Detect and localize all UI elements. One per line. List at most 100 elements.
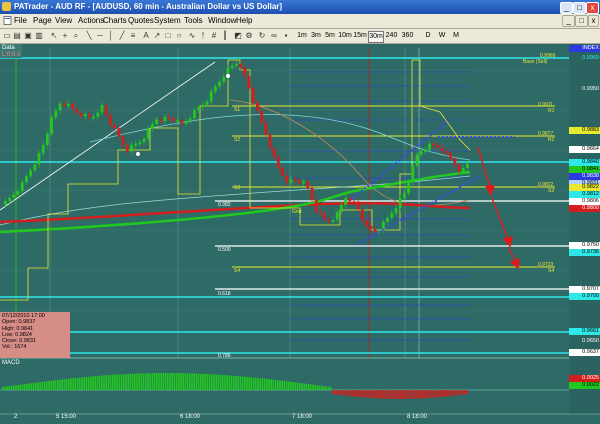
candle — [67, 103, 70, 106]
data-panel-tab[interactable]: Data L:0:0.0 — [0, 44, 22, 58]
candle — [411, 165, 415, 183]
macd-bar — [365, 390, 367, 398]
fib-0786: 0.786 — [218, 353, 231, 359]
macd-bar — [151, 373, 154, 390]
rect-icon[interactable]: □ — [164, 32, 172, 40]
price-axis[interactable] — [569, 44, 600, 414]
macd-bar — [41, 381, 44, 390]
fib-icon[interactable]: ≡ — [129, 32, 137, 40]
candle — [239, 63, 242, 68]
candle — [109, 114, 112, 125]
print-icon[interactable]: ▥ — [35, 32, 43, 40]
close-button[interactable]: x — [586, 2, 599, 14]
channel-icon[interactable]: ╱ — [118, 32, 126, 40]
price-label: 0.9969 — [582, 55, 599, 61]
candle — [4, 200, 7, 205]
tf-15m[interactable]: 15m — [353, 31, 367, 41]
candle — [457, 165, 461, 172]
candle — [461, 168, 465, 172]
mdi-close-button[interactable]: x — [588, 15, 599, 27]
candle — [310, 187, 314, 200]
tf-30m[interactable]: 30m — [368, 31, 384, 43]
menu-actions[interactable]: Actions — [78, 16, 104, 25]
macd-bar — [387, 390, 389, 399]
trendline-icon[interactable]: ╲ — [85, 32, 93, 40]
candle — [167, 116, 171, 119]
macd-bar — [453, 390, 455, 396]
open-icon[interactable]: ▤ — [13, 32, 21, 40]
tf-d[interactable]: D — [423, 31, 433, 41]
macd-bar — [57, 379, 59, 390]
tf-3m[interactable]: 3m — [310, 31, 322, 41]
macd-bar — [404, 390, 407, 399]
vline-icon[interactable]: │ — [107, 32, 115, 40]
macd-bar — [222, 374, 224, 390]
macd-bar — [239, 376, 242, 390]
menu-page[interactable]: Page — [33, 16, 52, 25]
candle — [172, 118, 175, 122]
candle — [12, 194, 16, 198]
menu-help[interactable]: Help — [236, 16, 252, 25]
menu-quotes[interactable]: Quotes — [128, 16, 154, 25]
macd-bar — [274, 379, 277, 390]
mdi-minimize-button[interactable]: _ — [562, 15, 575, 27]
macd-bar — [272, 379, 275, 390]
menu-window[interactable]: Window — [208, 16, 236, 25]
macd-bar — [233, 375, 235, 390]
menu-system[interactable]: System — [154, 16, 181, 25]
tf-5m[interactable]: 5m — [324, 31, 336, 41]
tf-w[interactable]: W — [437, 31, 447, 41]
grid-icon[interactable]: # — [210, 32, 218, 40]
macd-bar — [2, 387, 4, 390]
settings-icon[interactable]: ⚙ — [245, 32, 253, 40]
fib-0618: 0.618 — [218, 291, 231, 297]
candle — [184, 121, 188, 124]
tf-m[interactable]: M — [451, 31, 461, 41]
tf-10m[interactable]: 10m — [338, 31, 352, 41]
candle — [58, 103, 62, 111]
minimize-button[interactable]: _ — [560, 2, 573, 14]
refresh-icon[interactable]: ↻ — [258, 32, 266, 40]
menu-file[interactable]: File — [14, 16, 27, 25]
macd-bar — [378, 390, 380, 399]
macd-bar — [184, 373, 187, 390]
maximize-button[interactable]: □ — [573, 2, 586, 14]
arrow-icon[interactable]: ↗ — [153, 32, 161, 40]
ellipse-icon[interactable]: ○ — [175, 32, 183, 40]
text-icon[interactable]: A — [142, 32, 150, 40]
new-chart-icon[interactable]: ▭ — [3, 32, 11, 40]
menu-view[interactable]: View — [55, 16, 72, 25]
menu-tools[interactable]: Tools — [184, 16, 203, 25]
macd-bar — [160, 373, 162, 390]
candle — [138, 142, 142, 145]
candle — [403, 193, 406, 198]
macd-bar — [32, 382, 35, 390]
macd-bar — [120, 374, 123, 390]
save-icon[interactable]: ▣ — [24, 32, 32, 40]
macd-bar — [283, 380, 286, 390]
tf-360[interactable]: 360 — [401, 31, 414, 41]
macd-bar — [367, 390, 369, 398]
menu-charts[interactable]: Charts — [103, 16, 127, 25]
candle — [445, 151, 448, 154]
crosshair-icon[interactable]: + — [61, 32, 69, 40]
macd-bar — [30, 383, 33, 390]
s3-right-label: S3 — [548, 188, 555, 194]
color-icon[interactable]: ◩ — [234, 32, 242, 40]
tf-240[interactable]: 240 — [385, 31, 398, 41]
zoom-icon[interactable]: ⌕ — [72, 32, 80, 40]
macd-bar — [345, 390, 347, 396]
hline-icon[interactable]: ─ — [96, 32, 104, 40]
macd-bar — [112, 374, 114, 390]
mdi-restore-button[interactable]: □ — [575, 15, 588, 27]
candle — [306, 181, 310, 188]
cursor-icon[interactable]: ↖ — [50, 32, 58, 40]
candle-icon[interactable]: ┃ — [221, 32, 229, 40]
indicator-icon[interactable]: ∿ — [188, 32, 196, 40]
lock-icon[interactable]: ▪ — [282, 32, 290, 40]
alert-icon[interactable]: ! — [199, 32, 207, 40]
link-icon[interactable]: ∞ — [270, 32, 278, 40]
price-chart[interactable] — [0, 44, 600, 424]
macd-bar — [292, 382, 294, 390]
tf-1m[interactable]: 1m — [296, 31, 308, 41]
